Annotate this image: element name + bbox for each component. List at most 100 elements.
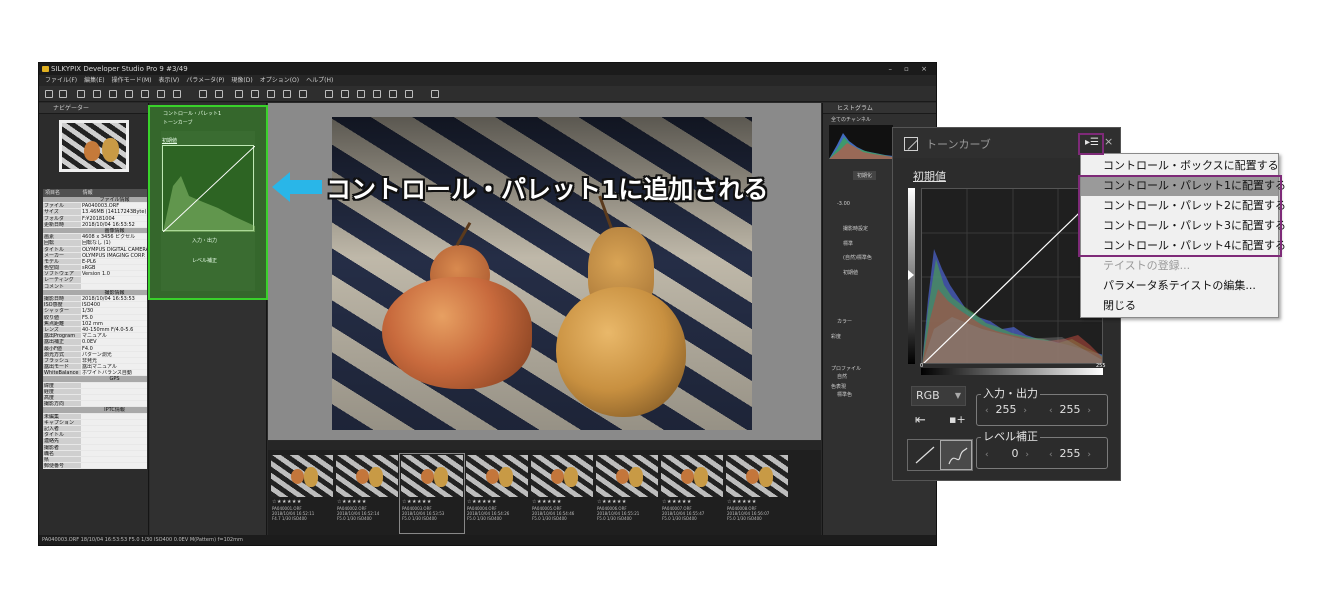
info-key: 県 [43,456,81,463]
toolbar-icon[interactable] [157,90,165,98]
menu-parameter[interactable]: パラメータ(P) [186,75,224,86]
toolbar-icon[interactable] [77,90,85,98]
tone-curve-preset[interactable]: 初期値 [913,168,946,184]
filmstrip-item[interactable]: ☆★★★★★ PA040001.ORF 2018/10/04 16:52:11 F4.… [270,454,334,533]
info-key: WhiteBalance [43,370,81,376]
tone-curve-graph[interactable] [921,188,1103,364]
info-key: コメント [43,283,81,289]
info-key [43,289,81,295]
menu-item-edit-taste[interactable]: パラメータ系テイストの編集... [1081,276,1278,296]
rating-stars[interactable]: ☆★★★★★ [725,498,789,506]
toolbar-icon[interactable] [45,90,53,98]
high-handle[interactable]: 255 [1096,363,1106,369]
filmstrip-item[interactable]: ☆★★★★★ PA040002.ORF 2018/10/04 16:52:14 F5.… [335,454,399,533]
filmstrip-item[interactable]: ☆★★★★★ PA040003.ORF 2018/10/04 16:53:53 F5.… [399,453,465,534]
close-icon[interactable]: × [1104,135,1113,148]
menu-develop[interactable]: 現像(D) [231,75,252,86]
info-value: E-PL6 [81,258,147,265]
toolbar-icon[interactable] [431,90,439,98]
right-item-1[interactable]: 標準 [843,240,853,247]
info-value: GPS [81,376,147,382]
info-key: 郵便番号 [43,463,81,469]
toolbar-icon[interactable] [299,90,307,98]
toolbar-icon[interactable] [59,90,67,98]
toolbar-icon[interactable] [109,90,117,98]
rating-stars[interactable]: ☆★★★★★ [660,498,724,506]
toolbar-icon[interactable] [283,90,291,98]
rating-stars[interactable]: ☆★★★★★ [400,498,464,506]
rating-stars[interactable]: ☆★★★★★ [595,498,659,506]
rating-stars[interactable]: ☆★★★★★ [270,498,334,506]
toolbar-icon[interactable] [251,90,259,98]
level-low-field[interactable]: ‹ 0 › [985,446,1029,462]
output-slider-handle[interactable] [908,270,914,280]
right-item-2[interactable]: (自然)標準色 [843,254,872,261]
toolbar-icon[interactable] [389,90,397,98]
linear-mode-button[interactable] [908,440,940,470]
info-key: ソフトウェア [43,271,81,277]
right-item-0[interactable]: 撮影時設定 [843,225,868,232]
toolbar-icon[interactable] [267,90,275,98]
channel-select[interactable]: RGB ▼ [911,386,966,406]
toolbar-icon[interactable] [199,90,207,98]
menu-option[interactable]: オプション(O) [260,75,299,86]
histogram-channel[interactable]: 全てのチャンネル [831,116,871,123]
profile-value[interactable]: 自然 [837,373,847,380]
menu-file[interactable]: ファイル(F) [45,75,77,86]
input-value-field[interactable]: ‹ 255 › [985,402,1027,418]
filmstrip-item[interactable]: ☆★★★★★ PA040005.ORF 2018/10/04 16:54:46 F5.… [530,454,594,533]
mini-preset[interactable]: 初期値 [162,137,177,144]
toolbar-icon[interactable] [125,90,133,98]
menu-help[interactable]: ヘルプ(H) [306,75,333,86]
navigator-thumbnail[interactable] [59,120,129,172]
color-system-value[interactable]: 標準色 [837,391,852,398]
menu-edit[interactable]: 編集(E) [84,75,104,86]
reset-button[interactable]: 初期化 [853,171,877,180]
info-value: OLYMPUS IMAGING CORP. [81,252,147,258]
chevron-down-icon: ▼ [954,391,961,400]
toolbar-icon[interactable] [357,90,365,98]
info-key: 撮影者 [43,444,81,450]
info-key: タイトル [43,432,81,438]
info-value: マニュアル [81,333,147,339]
eyedropper-icon[interactable]: ⇤ [915,413,926,428]
toolbar-icon[interactable] [141,90,149,98]
control-palette-highlight: コントロール・パレット1 トーンカーブ 初期値 入力・出力 レベル補正 [148,105,268,300]
info-value [81,395,147,401]
toolbar-icon[interactable] [341,90,349,98]
info-value [81,444,147,450]
rating-stars[interactable]: ☆★★★★★ [530,498,594,506]
pear-stem [455,221,472,247]
image-preview[interactable] [268,103,821,440]
output-value-field[interactable]: ‹ 255 › [1049,402,1091,418]
menu-item-close[interactable]: 閉じる [1081,296,1278,316]
info-key: 職名 [43,450,81,456]
filmstrip-item[interactable]: ☆★★★★★ PA040008.ORF 2018/10/04 16:56:07 F5.… [725,454,789,533]
toolbar-icon[interactable] [235,90,243,98]
toolbar-icon[interactable] [325,90,333,98]
info-value: F4.0 [81,345,147,351]
right-item-3[interactable]: 初期値 [843,269,858,276]
add-point-icon[interactable]: ▪+ [949,413,966,426]
app-icon [42,66,49,72]
toolbar-icon[interactable] [215,90,223,98]
filmstrip-item[interactable]: ☆★★★★★ PA040007.ORF 2018/10/04 16:55:47 F5.… [660,454,724,533]
filmstrip-thumbnail [726,455,788,497]
toolbar-icon[interactable] [373,90,381,98]
spline-mode-button[interactable] [939,440,972,470]
info-value [81,382,147,388]
level-high-field[interactable]: ‹ 255 › [1049,446,1091,462]
filmstrip-thumbnail [596,455,658,497]
toolbar-icon[interactable] [173,90,181,98]
rating-stars[interactable]: ☆★★★★★ [335,498,399,506]
menu-item-control-box[interactable]: コントロール・ボックスに配置する [1081,156,1279,176]
menu-mode[interactable]: 操作モード(M) [112,75,152,86]
menu-view[interactable]: 表示(V) [158,75,179,86]
filmstrip-item[interactable]: ☆★★★★★ PA040004.ORF 2018/10/04 16:54:26 F5.… [465,454,529,533]
toolbar-icon[interactable] [405,90,413,98]
toolbar-icon[interactable] [93,90,101,98]
low-handle[interactable]: 0 [920,363,923,369]
window-controls[interactable]: – ▫ × [888,63,932,75]
filmstrip-item[interactable]: ☆★★★★★ PA040006.ORF 2018/10/04 16:55:21 F5.… [595,454,659,533]
rating-stars[interactable]: ☆★★★★★ [465,498,529,506]
